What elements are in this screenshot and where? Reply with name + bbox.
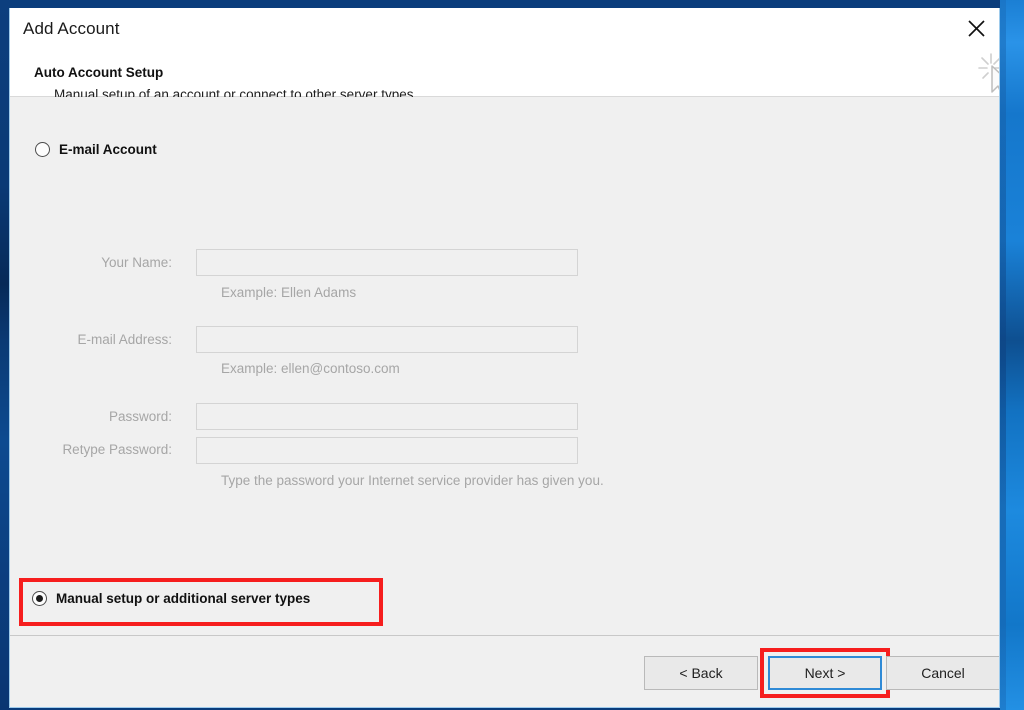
dialog-body: E-mail Account Your Name: Example: Ellen… bbox=[10, 97, 999, 635]
dialog-footer: < Back Next > Cancel bbox=[10, 635, 999, 707]
radio-indicator-checked bbox=[32, 591, 47, 606]
manual-setup-radio[interactable]: Manual setup or additional server types bbox=[32, 591, 310, 606]
dialog-title: Add Account bbox=[23, 19, 120, 38]
password-hint: Type the password your Internet service … bbox=[221, 473, 604, 488]
desktop-screen: Add Account Auto Account Setup Manual se… bbox=[0, 0, 1024, 710]
dialog-header: Add Account Auto Account Setup Manual se… bbox=[10, 8, 999, 102]
your-name-input[interactable] bbox=[196, 249, 578, 276]
your-name-label: Your Name: bbox=[101, 255, 172, 270]
page-heading: Auto Account Setup bbox=[34, 65, 164, 80]
email-address-input[interactable] bbox=[196, 326, 578, 353]
close-button[interactable] bbox=[953, 8, 999, 48]
email-address-hint: Example: ellen@contoso.com bbox=[221, 361, 400, 376]
retype-password-label: Retype Password: bbox=[62, 442, 172, 457]
account-form: Your Name: Example: Ellen Adams E-mail A… bbox=[10, 97, 999, 635]
cancel-button[interactable]: Cancel bbox=[886, 656, 999, 690]
add-account-dialog: Add Account Auto Account Setup Manual se… bbox=[9, 8, 1000, 708]
email-address-label: E-mail Address: bbox=[77, 332, 172, 347]
password-input[interactable] bbox=[196, 403, 578, 430]
close-icon bbox=[967, 19, 986, 38]
retype-password-input[interactable] bbox=[196, 437, 578, 464]
your-name-hint: Example: Ellen Adams bbox=[221, 285, 357, 300]
manual-setup-label: Manual setup or additional server types bbox=[56, 591, 311, 606]
back-button[interactable]: < Back bbox=[644, 656, 758, 690]
next-button-annotation-box bbox=[760, 648, 890, 698]
password-label: Password: bbox=[108, 409, 172, 424]
desktop-background-right bbox=[1000, 0, 1024, 710]
